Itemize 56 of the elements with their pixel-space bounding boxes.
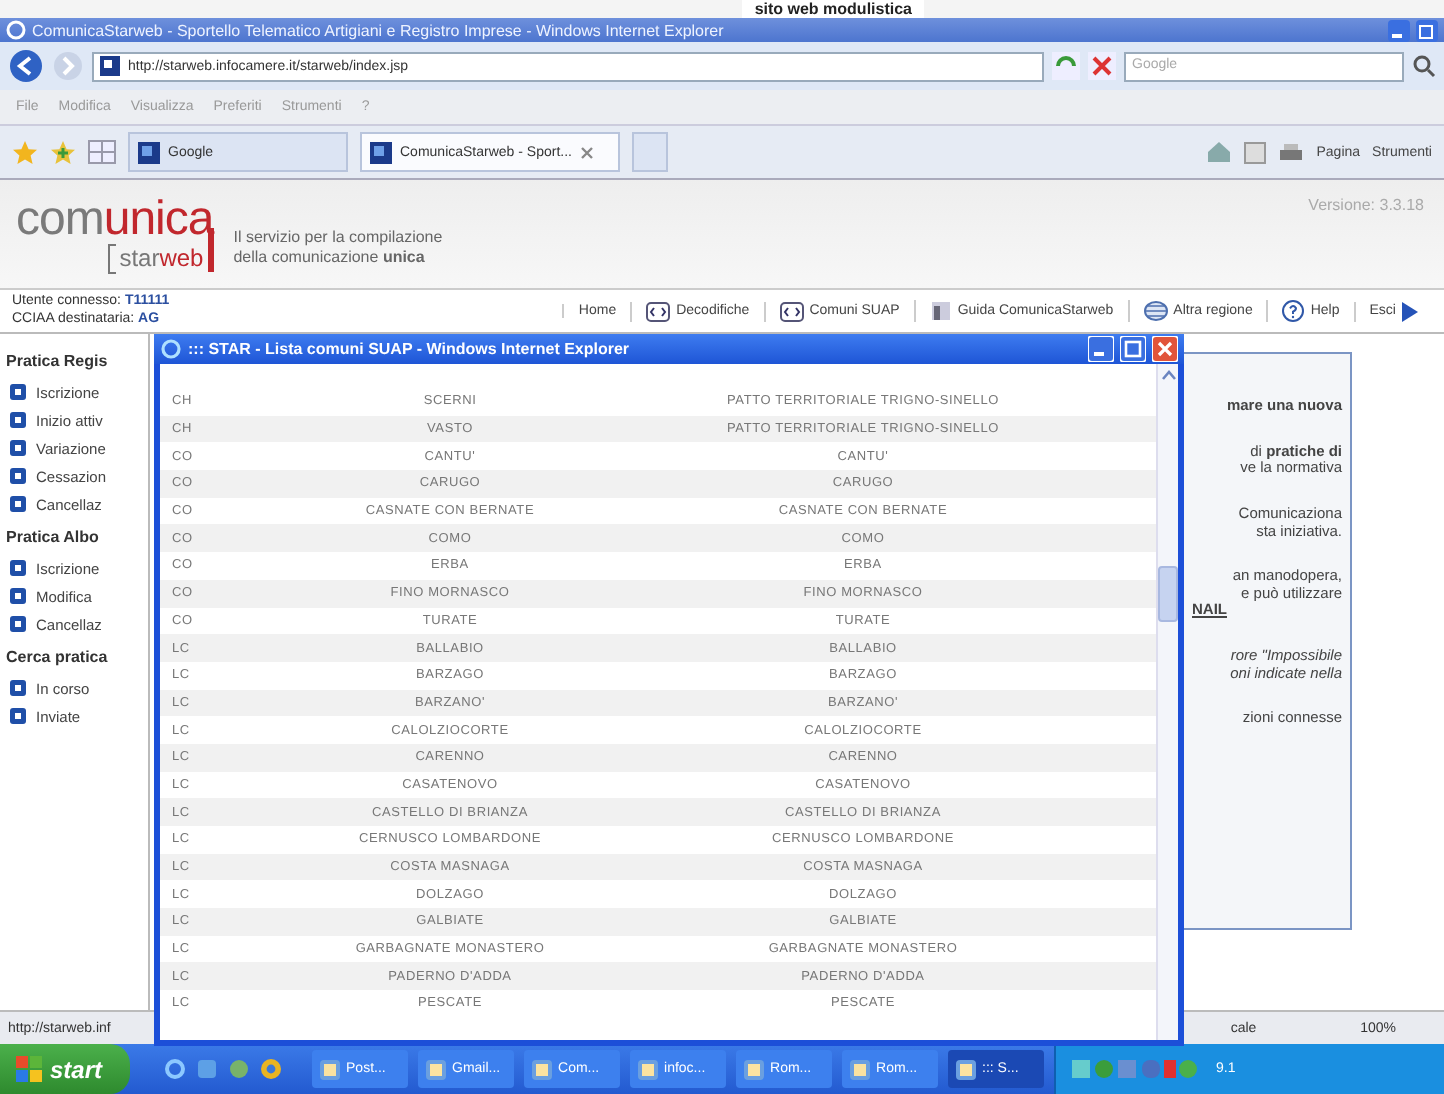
globe-icon (1143, 300, 1168, 322)
quick-tabs-icon[interactable] (88, 140, 116, 164)
app-icon (320, 1059, 341, 1079)
app-icon (850, 1059, 871, 1079)
search-icon[interactable] (1412, 54, 1436, 78)
browser-launch-icon[interactable] (164, 1058, 187, 1080)
app-icon (426, 1059, 447, 1079)
bullet-icon (10, 384, 26, 400)
restore-icon[interactable] (1416, 19, 1438, 41)
app-icon (532, 1059, 553, 1079)
sidebar-heading: Pratica Regis (6, 352, 110, 370)
bullet-icon (10, 588, 26, 604)
home-icon[interactable] (1206, 140, 1233, 164)
stop-icon[interactable] (1088, 52, 1116, 80)
scroll-thumb[interactable] (1158, 566, 1178, 622)
arrow-right-icon (1402, 301, 1418, 321)
bullet-icon (10, 708, 26, 724)
start-button[interactable]: start (0, 1044, 131, 1094)
version-label: Versione: 3.3.18 (1308, 196, 1424, 214)
background-window-text: sito web modulistica (742, 0, 924, 18)
bullet-icon (10, 496, 26, 512)
maximize-icon[interactable] (1120, 336, 1146, 362)
app-icon (956, 1059, 977, 1079)
minimize-icon[interactable] (1388, 19, 1410, 41)
bullet-icon (10, 560, 26, 576)
bullet-icon (10, 616, 26, 632)
browser-icon (160, 338, 182, 360)
bullet-icon (10, 468, 26, 484)
add-favorite-icon[interactable] (50, 139, 76, 165)
tagline: Il servizio per la compilazione della comunicazione unica (233, 228, 443, 268)
favorites-star-icon[interactable] (12, 139, 38, 165)
popup-title: ::: STAR - Lista comuni SUAP - Windows Internet Explorer (188, 340, 630, 358)
refresh-icon[interactable] (1052, 52, 1080, 80)
site-icon (100, 56, 120, 76)
app-icon (638, 1059, 659, 1079)
app-icon (744, 1059, 765, 1079)
windows-logo-icon (16, 1056, 42, 1082)
print-icon[interactable] (1278, 141, 1305, 163)
bullet-icon (10, 412, 26, 428)
window-title: ComunicaStarweb - Sportello Telematico Artigiani e Registro Imprese - Windows Internet Explorer (32, 21, 724, 39)
comunica-logo: comunica starweb (16, 195, 214, 273)
bullet-icon (10, 680, 26, 696)
sidebar-heading: Pratica Albo (6, 528, 101, 546)
help-icon (1282, 300, 1305, 322)
tab-site-icon (138, 141, 160, 163)
scroll-up-icon[interactable] (1161, 370, 1175, 380)
back-icon[interactable] (8, 48, 44, 84)
code-icon (779, 301, 804, 321)
sidebar-heading: Cerca pratica (6, 648, 110, 666)
code-icon (646, 301, 671, 321)
tab-site-icon (370, 141, 392, 163)
minimize-icon[interactable] (1088, 336, 1114, 362)
book-icon (929, 300, 952, 322)
close-icon[interactable] (579, 145, 594, 159)
scrollbar[interactable] (1156, 364, 1178, 1040)
bullet-icon (10, 440, 26, 456)
